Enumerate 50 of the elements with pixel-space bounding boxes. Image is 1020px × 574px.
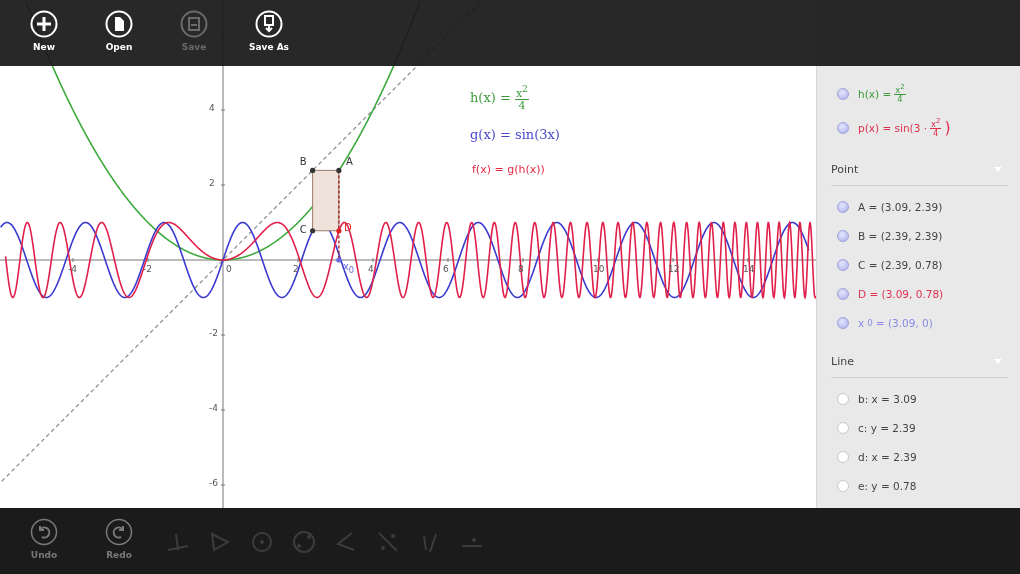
object-definition[interactable]: A = (3.09, 2.39) <box>858 200 943 213</box>
point-label: C <box>299 223 307 235</box>
object-definition[interactable]: e: y = 0.78 <box>858 479 917 492</box>
visibility-toggle-shown[interactable] <box>837 258 849 271</box>
tick-label: 0 <box>226 264 232 274</box>
object-definition[interactable]: D = (3.09, 0.78) <box>858 287 944 300</box>
object-definition[interactable]: c: y = 2.39 <box>858 421 916 434</box>
circle-points-tool-icon[interactable] <box>290 528 318 556</box>
tick-label: -2 <box>143 264 152 274</box>
tick-label: 6 <box>443 264 449 274</box>
visibility-toggle-shown[interactable] <box>837 200 849 213</box>
visibility-toggle-shown[interactable] <box>837 316 849 329</box>
section-header[interactable]: Point <box>831 153 1008 186</box>
visibility-toggle-hidden[interactable] <box>837 479 849 492</box>
open-button[interactable]: Open <box>89 10 149 52</box>
document-icon <box>105 10 133 38</box>
tick-label: 2 <box>209 178 215 188</box>
point-label: x$_{0}$ <box>342 261 355 275</box>
visibility-toggle-hidden[interactable] <box>837 421 849 434</box>
tick-label: 8 <box>518 264 524 274</box>
tick-label: -2 <box>209 328 218 338</box>
object-definition[interactable]: b: x = 3.09 <box>858 392 917 405</box>
point-label: A <box>345 156 353 168</box>
tick-label: -6 <box>209 478 218 488</box>
visibility-toggle-shown[interactable] <box>837 229 849 242</box>
tick-label: 2 <box>293 264 299 274</box>
formula-text: f(x) = g(h(x)) <box>472 163 545 176</box>
redo-button[interactable]: Redo <box>89 518 149 560</box>
tick-label: -4 <box>209 403 218 413</box>
section-header[interactable]: Line <box>831 345 1008 378</box>
visibility-toggle-shown[interactable] <box>837 88 849 100</box>
visibility-toggle-hidden[interactable] <box>837 392 849 405</box>
tick-label: 4 <box>368 264 374 274</box>
formula-text: g(x) = sin(3x) <box>470 127 560 142</box>
object-definition[interactable]: C = (2.39, 0.78) <box>858 258 943 271</box>
undo-button[interactable]: Undo <box>14 518 74 560</box>
plus-icon <box>30 10 58 38</box>
visibility-toggle-shown[interactable] <box>837 287 849 300</box>
visibility-toggle-shown[interactable] <box>837 122 849 134</box>
point-label: B <box>299 156 307 168</box>
save-as-button[interactable]: Save As <box>239 10 299 52</box>
new-button[interactable]: New <box>14 10 74 52</box>
rectangle-polygon <box>312 169 340 232</box>
redo-icon <box>105 518 133 546</box>
tick-label: 4 <box>209 103 215 113</box>
visibility-toggle-hidden[interactable] <box>837 450 849 463</box>
object-definition[interactable]: B = (2.39, 2.39) <box>858 229 943 242</box>
floppy-disk-icon <box>180 10 208 38</box>
object-definition[interactable]: d: x = 2.39 <box>858 450 917 463</box>
undo-icon <box>30 518 58 546</box>
